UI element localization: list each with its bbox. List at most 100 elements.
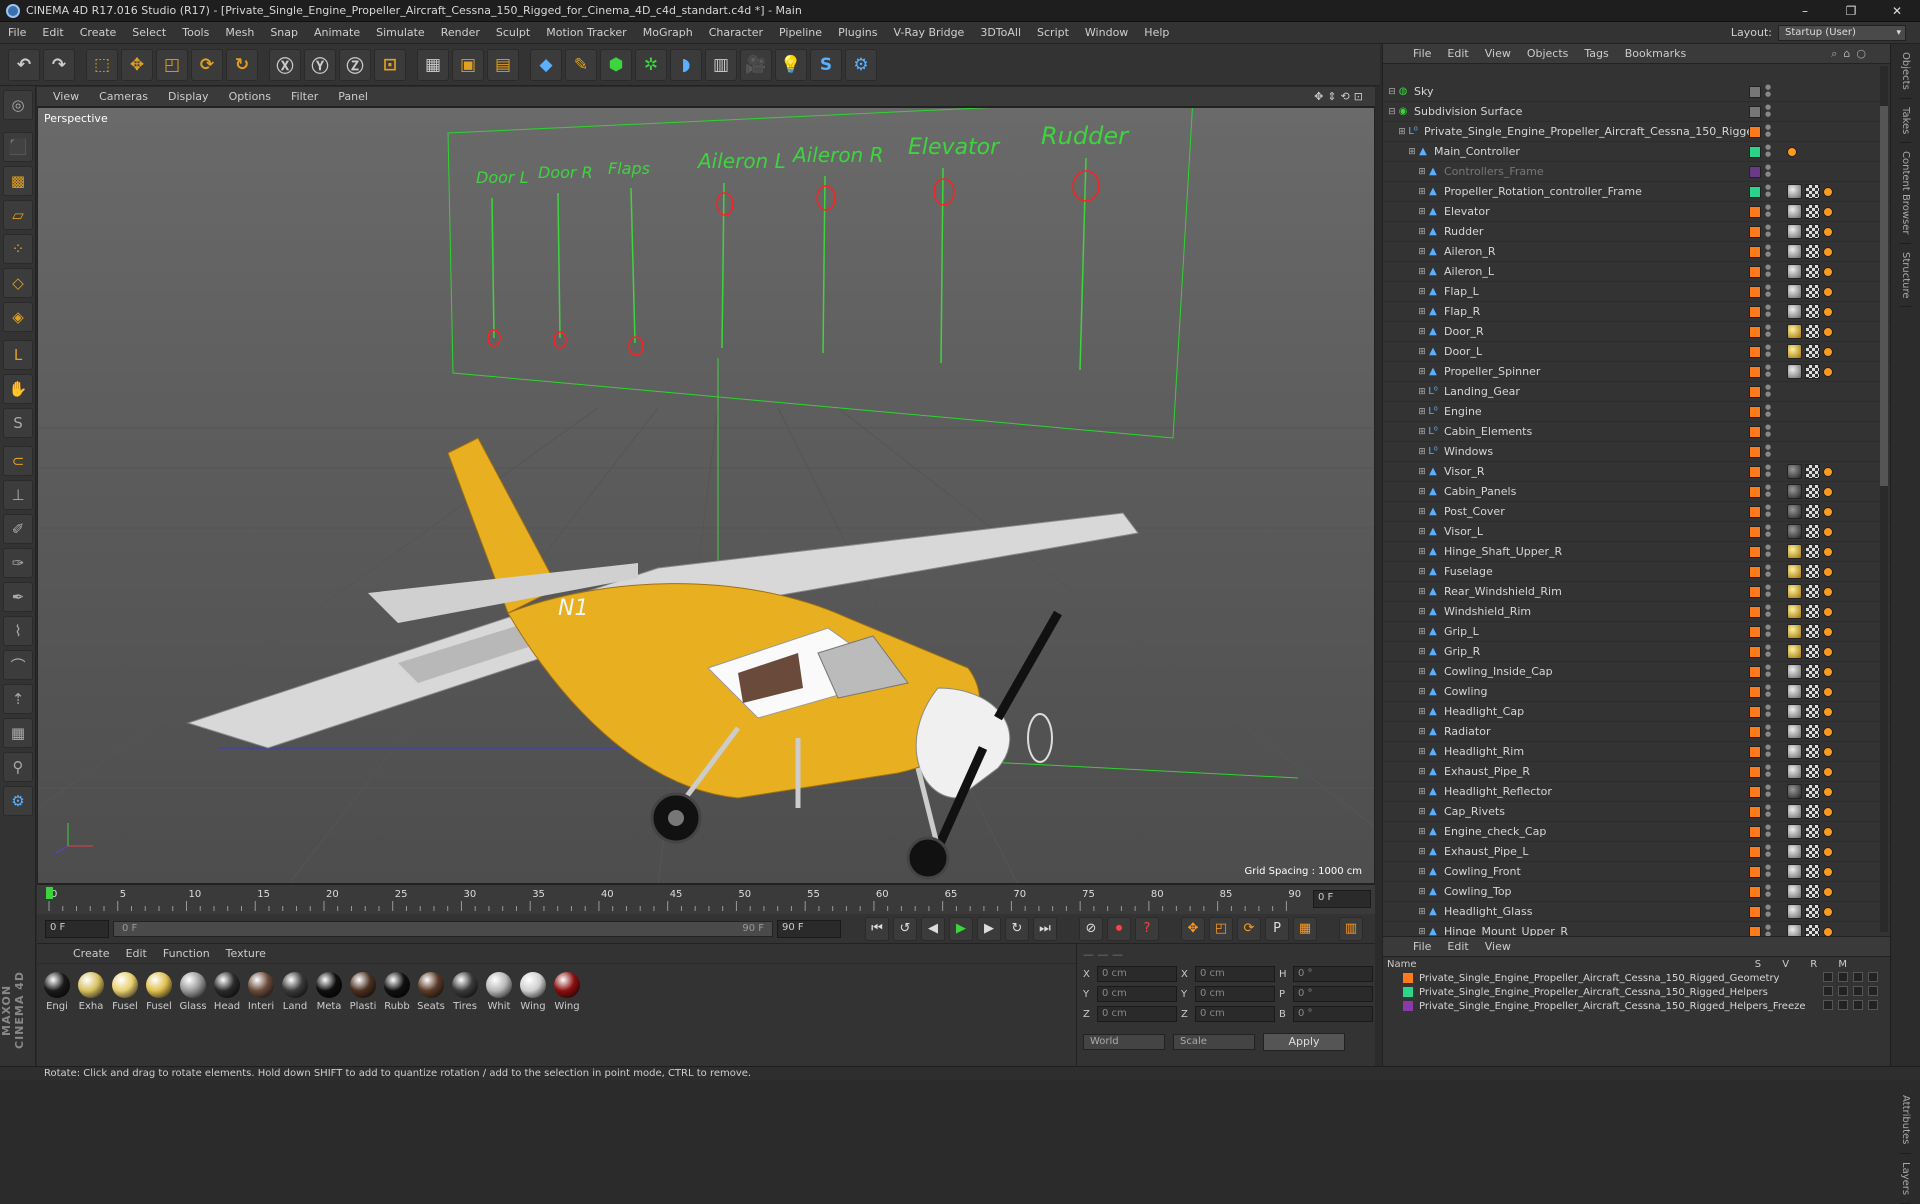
expand-toggle-icon[interactable]: ⊞ (1417, 807, 1427, 817)
visibility-dots-icon[interactable]: ● ● (1765, 244, 1771, 258)
layer-menu-view[interactable]: View (1477, 940, 1519, 953)
gold-tag-icon[interactable] (1787, 604, 1802, 619)
layer-color-chip[interactable] (1749, 546, 1761, 558)
check-tag-icon[interactable] (1805, 504, 1820, 519)
visibility-dots-icon[interactable]: ● ● (1765, 164, 1771, 178)
check-tag-icon[interactable] (1805, 684, 1820, 699)
object-row[interactable]: ⊞ ▲ Headlight_Reflector ● ● (1383, 782, 1891, 802)
coord-value-field[interactable]: 0 ° (1293, 986, 1373, 1002)
menu-window[interactable]: Window (1077, 26, 1136, 39)
org-tag-icon[interactable] (1823, 767, 1833, 777)
expand-toggle-icon[interactable]: ⊞ (1417, 487, 1427, 497)
object-row[interactable]: ⊞ ▲ Windshield_Rim ● ● (1383, 602, 1891, 622)
visibility-dots-icon[interactable]: ● ● (1765, 524, 1771, 538)
gold-tag-icon[interactable] (1787, 324, 1802, 339)
layer-color-chip[interactable] (1749, 786, 1761, 798)
menu-select[interactable]: Select (124, 26, 174, 39)
side-tab-layers[interactable]: Layers (1900, 1154, 1911, 1204)
object-name[interactable]: Aileron_L (1444, 265, 1494, 278)
layer-color-chip[interactable] (1749, 506, 1761, 518)
layer-color-chip[interactable] (1749, 386, 1761, 398)
sphere-tag-icon[interactable] (1787, 684, 1802, 699)
object-row[interactable]: ⊞ L⁰ Private_Single_Engine_Propeller_Aircr… (1383, 122, 1891, 142)
layer-color-chip[interactable] (1749, 286, 1761, 298)
object-name[interactable]: Aileron_R (1444, 245, 1496, 258)
org-tag-icon[interactable] (1823, 827, 1833, 837)
org-tag-icon[interactable] (1823, 607, 1833, 617)
check-tag-icon[interactable] (1805, 304, 1820, 319)
layer-color-chip[interactable] (1749, 246, 1761, 258)
layer-name[interactable]: Private_Single_Engine_Propeller_Aircraft… (1419, 987, 1768, 998)
layer-color-chip[interactable] (1749, 686, 1761, 698)
layer-color-chip[interactable] (1749, 186, 1761, 198)
object-row[interactable]: ⊞ L⁰ Cabin_Elements ● ● (1383, 422, 1891, 442)
object-name[interactable]: Windshield_Rim (1444, 605, 1531, 618)
cube-icon[interactable]: ◆ (530, 48, 562, 81)
object-name[interactable]: Visor_R (1444, 465, 1484, 478)
layer-color-chip[interactable] (1749, 726, 1761, 738)
object-name[interactable]: Controllers_Frame (1444, 165, 1544, 178)
gold-tag-icon[interactable] (1787, 644, 1802, 659)
brush-icon[interactable]: ✐ (3, 514, 33, 544)
menu-3dtoall[interactable]: 3DToAll (972, 26, 1029, 39)
check-tag-icon[interactable] (1805, 564, 1820, 579)
visibility-dots-icon[interactable]: ● ● (1765, 624, 1771, 638)
material-swatch[interactable]: Seats (417, 972, 445, 1012)
autokeying-icon[interactable]: ? (1135, 916, 1159, 941)
viewport-menu-options[interactable]: Options (219, 90, 281, 103)
menu-mograph[interactable]: MoGraph (635, 26, 701, 39)
menu-plugins[interactable]: Plugins (830, 26, 885, 39)
check-tag-icon[interactable] (1805, 364, 1820, 379)
org-tag-icon[interactable] (1823, 187, 1833, 197)
om-menu-edit[interactable]: Edit (1439, 47, 1476, 60)
visibility-dots-icon[interactable]: ● ● (1765, 144, 1771, 158)
object-name[interactable]: Engine (1444, 405, 1482, 418)
expand-toggle-icon[interactable]: ⊞ (1417, 387, 1427, 397)
org-tag-icon[interactable] (1823, 627, 1833, 637)
visibility-dots-icon[interactable]: ● ● (1765, 424, 1771, 438)
layer-name[interactable]: Private_Single_Engine_Propeller_Aircraft… (1419, 1001, 1806, 1012)
expand-toggle-icon[interactable]: ⊞ (1417, 467, 1427, 477)
object-row[interactable]: ⊞ ▲ Grip_R ● ● (1383, 642, 1891, 662)
check-tag-icon[interactable] (1805, 184, 1820, 199)
layer-row[interactable]: Private_Single_Engine_Propeller_Aircraft… (1383, 971, 1890, 985)
visibility-dots-icon[interactable]: ● ● (1765, 464, 1771, 478)
material-swatch[interactable]: Interi (247, 972, 275, 1012)
expand-toggle-icon[interactable]: ⊞ (1417, 347, 1427, 357)
menu-edit[interactable]: Edit (34, 26, 71, 39)
layer-color-chip[interactable] (1749, 306, 1761, 318)
object-name[interactable]: Hinge_Shaft_Upper_R (1444, 545, 1562, 558)
key-pla-icon[interactable]: ▦ (1293, 916, 1317, 941)
layer-solo-toggle-icon[interactable] (1823, 1000, 1833, 1010)
layer-color-chip[interactable] (1749, 626, 1761, 638)
org-tag-icon[interactable] (1823, 847, 1833, 857)
deformer-icon[interactable]: ◗ (670, 48, 702, 81)
object-row[interactable]: ⊞ ▲ Visor_R ● ● (1383, 462, 1891, 482)
magnet-icon[interactable]: ⊂ (3, 446, 33, 476)
axis-mode-icon[interactable]: L (3, 340, 33, 370)
object-name[interactable]: Windows (1444, 445, 1493, 458)
om-menu-file[interactable]: File (1405, 47, 1439, 60)
layer-render-toggle-icon[interactable] (1853, 986, 1863, 996)
visibility-dots-icon[interactable]: ● ● (1765, 664, 1771, 678)
expand-toggle-icon[interactable]: ⊞ (1417, 707, 1427, 717)
check-tag-icon[interactable] (1805, 704, 1820, 719)
object-row[interactable]: ⊟ ◉ Subdivision Surface ● ● (1383, 102, 1891, 122)
dark-tag-icon[interactable] (1787, 484, 1802, 499)
viewport-menu-view[interactable]: View (43, 90, 89, 103)
menu-snap[interactable]: Snap (262, 26, 306, 39)
material-swatch[interactable]: Wing (519, 972, 547, 1012)
org-tag-icon[interactable] (1823, 327, 1833, 337)
viewport-menu-panel[interactable]: Panel (328, 90, 378, 103)
layer-color-chip[interactable] (1749, 86, 1761, 98)
undo-icon[interactable]: ↶ (8, 48, 40, 81)
check-tag-icon[interactable] (1805, 824, 1820, 839)
sphere-tag-icon[interactable] (1787, 724, 1802, 739)
visibility-dots-icon[interactable]: ● ● (1765, 204, 1771, 218)
coordinate-scale-dropdown[interactable]: Scale (1173, 1034, 1255, 1050)
visibility-dots-icon[interactable]: ● ● (1765, 304, 1771, 318)
sphere-tag-icon[interactable] (1787, 824, 1802, 839)
layer-color-chip[interactable] (1749, 206, 1761, 218)
sphere-tag-icon[interactable] (1787, 664, 1802, 679)
coord-value-field[interactable]: 0 cm (1195, 986, 1275, 1002)
